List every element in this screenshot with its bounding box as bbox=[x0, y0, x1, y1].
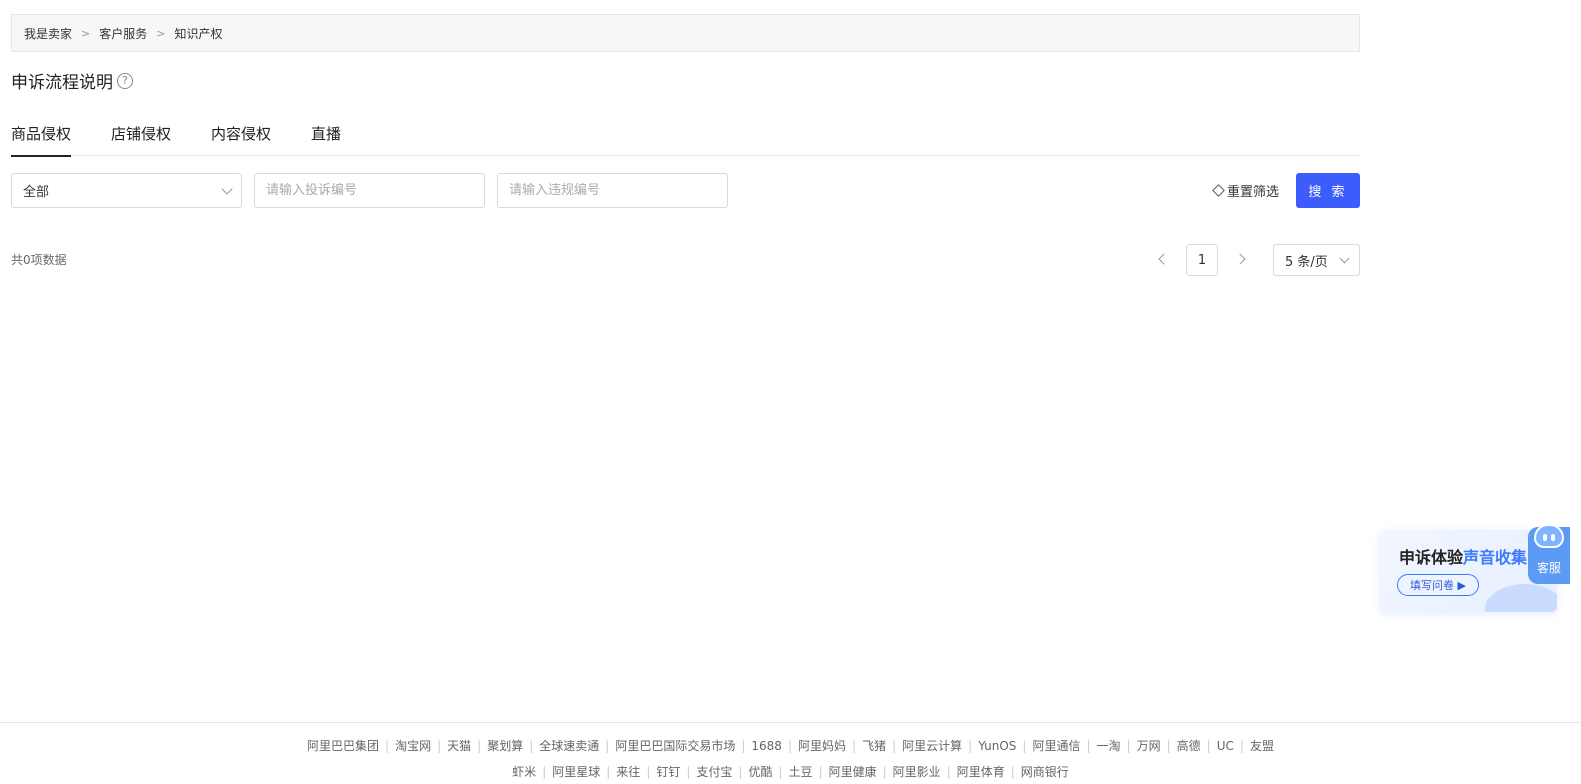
footer: 阿里巴巴集团 | 淘宝网 | 天猫 | 聚划算 | 全球速卖通 | 阿里巴巴国际交易市场 | 1688 |… bbox=[0, 722, 1581, 784]
breadcrumb-item-ip: 知识产权 bbox=[174, 26, 223, 41]
help-icon[interactable]: ? bbox=[117, 72, 133, 89]
customer-service-label: 客服 bbox=[1536, 561, 1561, 575]
footer-divider: | bbox=[818, 765, 823, 779]
type-select-value: 全部 bbox=[23, 185, 50, 200]
survey-button[interactable]: 填写问卷 ▶ bbox=[1397, 574, 1479, 596]
footer-divider: | bbox=[738, 765, 743, 779]
footer-divider: | bbox=[1126, 739, 1131, 753]
footer-link[interactable]: 淘宝网 bbox=[395, 739, 431, 753]
footer-divider: | bbox=[778, 765, 783, 779]
footer-link[interactable]: 钉钉 bbox=[656, 765, 680, 779]
footer-divider: | bbox=[1086, 739, 1091, 753]
chevron-down-icon bbox=[221, 183, 233, 195]
decorative-blob bbox=[1485, 584, 1557, 612]
footer-link[interactable]: 1688 bbox=[751, 739, 782, 753]
footer-link[interactable]: 支付宝 bbox=[696, 765, 732, 779]
page-size-value: 5 条/页 bbox=[1285, 254, 1328, 270]
chevron-down-icon bbox=[1339, 253, 1350, 264]
robot-icon bbox=[1534, 524, 1564, 548]
footer-link[interactable]: 聚划算 bbox=[487, 739, 523, 753]
page-title: 申诉流程说明 ? bbox=[11, 68, 133, 93]
footer-divider: | bbox=[605, 739, 610, 753]
footer-divider: | bbox=[1010, 765, 1015, 779]
footer-link[interactable]: 优酷 bbox=[748, 765, 772, 779]
breadcrumb-separator: > bbox=[156, 26, 166, 40]
breadcrumb-item-seller[interactable]: 我是卖家 bbox=[24, 25, 72, 42]
page-size-select[interactable]: 5 条/页 bbox=[1273, 244, 1360, 276]
footer-link[interactable]: 来往 bbox=[616, 765, 640, 779]
footer-links-row-2: 虾米 | 阿里星球 | 来往 | 钉钉 | 支付宝 | 优酷 | 土豆 | 阿里健康 | 阿里影业 | 阿里体育 | 网… bbox=[0, 763, 1581, 780]
tab-bar: 商品侵权 店铺侵权 内容侵权 直播 bbox=[11, 112, 1360, 157]
footer-divider: | bbox=[477, 739, 482, 753]
pagination-page[interactable]: 1 bbox=[1186, 244, 1218, 276]
customer-service-button[interactable]: 客服 bbox=[1528, 524, 1570, 584]
footer-divider: | bbox=[385, 739, 390, 753]
footer-divider: | bbox=[787, 739, 792, 753]
eraser-icon bbox=[1212, 184, 1225, 197]
violation-number-input[interactable] bbox=[497, 173, 728, 208]
footer-link[interactable]: 阿里云计算 bbox=[902, 739, 962, 753]
footer-divider: | bbox=[1239, 739, 1244, 753]
footer-divider: | bbox=[606, 765, 611, 779]
tab-content-infringement[interactable]: 内容侵权 bbox=[211, 112, 271, 156]
breadcrumb-item-customer-service[interactable]: 客户服务 bbox=[99, 25, 147, 42]
breadcrumb: 我是卖家 > 客户服务 > 知识产权 bbox=[11, 14, 1360, 52]
footer-links-row-1: 阿里巴巴集团 | 淘宝网 | 天猫 | 聚划算 | 全球速卖通 | 阿里巴巴国际交易市场 | 1688 |… bbox=[0, 737, 1581, 754]
footer-link[interactable]: UC bbox=[1217, 739, 1234, 753]
search-button[interactable]: 搜 索 bbox=[1296, 173, 1360, 208]
reset-filter-button[interactable]: 重置筛选 bbox=[1212, 181, 1280, 200]
footer-link[interactable]: 阿里妈妈 bbox=[798, 739, 846, 753]
total-count: 共0项数据 bbox=[11, 253, 67, 267]
tab-live[interactable]: 直播 bbox=[311, 112, 341, 156]
footer-link[interactable]: 高德 bbox=[1177, 739, 1201, 753]
footer-divider: | bbox=[946, 765, 951, 779]
footer-link[interactable]: YunOS bbox=[978, 739, 1016, 753]
footer-link[interactable]: 阿里体育 bbox=[957, 765, 1005, 779]
tab-store-infringement[interactable]: 店铺侵权 bbox=[111, 112, 171, 156]
footer-divider: | bbox=[437, 739, 442, 753]
footer-link[interactable]: 阿里巴巴国际交易市场 bbox=[615, 739, 735, 753]
footer-link[interactable]: 飞猪 bbox=[862, 739, 886, 753]
footer-link[interactable]: 阿里影业 bbox=[893, 765, 941, 779]
page-title-text: 申诉流程说明 bbox=[11, 73, 113, 93]
footer-link[interactable]: 全球速卖通 bbox=[539, 739, 599, 753]
footer-link[interactable]: 网商银行 bbox=[1021, 765, 1069, 779]
footer-link[interactable]: 阿里巴巴集团 bbox=[307, 739, 379, 753]
footer-divider: | bbox=[686, 765, 691, 779]
footer-divider: | bbox=[542, 765, 547, 779]
footer-link[interactable]: 一淘 bbox=[1097, 739, 1121, 753]
chevron-right-icon[interactable] bbox=[1234, 253, 1246, 265]
footer-divider: | bbox=[1022, 739, 1027, 753]
footer-link[interactable]: 万网 bbox=[1137, 739, 1161, 753]
breadcrumb-separator: > bbox=[81, 26, 91, 40]
reset-filter-label: 重置筛选 bbox=[1227, 185, 1280, 200]
feedback-title: 申诉体验声音收集 bbox=[1399, 548, 1528, 567]
footer-divider: | bbox=[852, 739, 857, 753]
footer-link[interactable]: 阿里健康 bbox=[829, 765, 877, 779]
footer-divider: | bbox=[1166, 739, 1171, 753]
footer-divider: | bbox=[968, 739, 973, 753]
footer-divider: | bbox=[646, 765, 651, 779]
footer-link[interactable]: 阿里星球 bbox=[552, 765, 600, 779]
type-select[interactable]: 全部 bbox=[11, 173, 242, 208]
footer-link[interactable]: 阿里通信 bbox=[1032, 739, 1080, 753]
footer-link[interactable]: 友盟 bbox=[1250, 739, 1274, 753]
footer-divider: | bbox=[882, 765, 887, 779]
chevron-left-icon[interactable] bbox=[1158, 253, 1170, 265]
footer-divider: | bbox=[741, 739, 746, 753]
footer-link[interactable]: 土豆 bbox=[789, 765, 813, 779]
footer-link[interactable]: 天猫 bbox=[447, 739, 471, 753]
tab-product-infringement[interactable]: 商品侵权 bbox=[11, 112, 72, 157]
footer-link[interactable]: 虾米 bbox=[512, 765, 536, 779]
footer-divider: | bbox=[892, 739, 897, 753]
footer-divider: | bbox=[1206, 739, 1211, 753]
complaint-number-input[interactable] bbox=[254, 173, 485, 208]
footer-divider: | bbox=[529, 739, 534, 753]
